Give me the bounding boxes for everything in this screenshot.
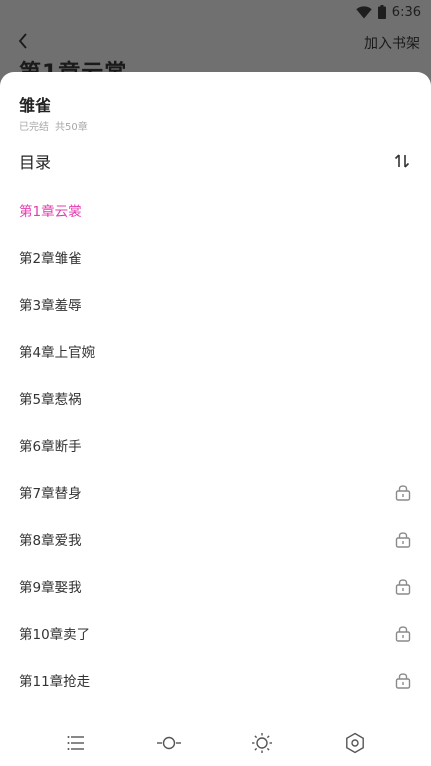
- chapter-title: 第4章上官婉: [19, 344, 96, 361]
- screen: 6:36 加入书架 第1章云裳 雏雀 已完结 共50章 目录 第1章云裳第2章雏…: [0, 0, 431, 766]
- battery-icon: [377, 5, 386, 19]
- book-title: 雏雀: [19, 96, 52, 115]
- chapter-title: 第11章抢走: [19, 673, 91, 690]
- add-to-shelf-button[interactable]: 加入书架: [364, 33, 420, 53]
- chapter-row[interactable]: 第5章惹祸: [0, 374, 431, 421]
- chapter-row[interactable]: 第1章云裳: [0, 186, 431, 233]
- toc-sheet: 雏雀 已完结 共50章 目录 第1章云裳第2章雏雀第3章羞辱第4章上官婉 第5章惹…: [0, 72, 431, 766]
- chapter-title: 第9章娶我: [19, 579, 82, 596]
- list-icon[interactable]: [64, 731, 88, 755]
- sort-icon[interactable]: [393, 152, 411, 170]
- chapter-title: 第7章替身: [19, 485, 82, 502]
- chapter-title: 第3章羞辱: [19, 297, 82, 314]
- chapter-row[interactable]: 第4章上官婉: [0, 327, 431, 374]
- chapter-row[interactable]: 第3章羞辱: [0, 280, 431, 327]
- chapter-title: 第8章爱我: [19, 532, 82, 549]
- bottom-toolbar: [0, 720, 431, 766]
- chapter-title: 第10章卖了: [19, 626, 91, 643]
- chapter-row[interactable]: 第11章抢走: [0, 656, 431, 703]
- lock-icon: [395, 577, 411, 595]
- lock-icon: [395, 483, 411, 501]
- chapter-row[interactable]: 第2章雏雀: [0, 233, 431, 280]
- progress-icon[interactable]: [157, 731, 182, 755]
- chapter-count: 共50章: [55, 122, 88, 133]
- status-time: 6:36: [391, 4, 421, 20]
- chapter-list[interactable]: 第1章云裳第2章雏雀第3章羞辱第4章上官婉 第5章惹祸第6章断手第7章替身第8章爱…: [0, 186, 431, 722]
- chapter-row[interactable]: 第10章卖了: [0, 609, 431, 656]
- chapter-title: 第5章惹祸: [19, 391, 82, 408]
- book-meta: 已完结 共50章: [19, 118, 88, 133]
- lock-icon: [395, 530, 411, 548]
- book-status: 已完结: [19, 122, 49, 133]
- settings-icon[interactable]: [343, 731, 367, 755]
- chapter-row[interactable]: 第9章娶我: [0, 562, 431, 609]
- chapter-row[interactable]: 第7章替身: [0, 468, 431, 515]
- lock-icon: [395, 624, 411, 642]
- chapter-row[interactable]: 第6章断手: [0, 421, 431, 468]
- chapter-title: 第2章雏雀: [19, 250, 82, 267]
- status-bar: 6:36: [0, 0, 431, 24]
- toc-header: 目录: [19, 150, 411, 172]
- chapter-title: 第6章断手: [19, 438, 82, 455]
- brightness-icon[interactable]: [250, 731, 274, 755]
- chapter-title: 第1章云裳: [19, 203, 82, 220]
- wifi-icon: [356, 5, 372, 19]
- chapter-row[interactable]: 第8章爱我: [0, 515, 431, 562]
- lock-icon: [395, 671, 411, 689]
- toc-label: 目录: [19, 153, 52, 172]
- back-icon[interactable]: [17, 32, 29, 54]
- reader-header: 加入书架: [0, 30, 431, 56]
